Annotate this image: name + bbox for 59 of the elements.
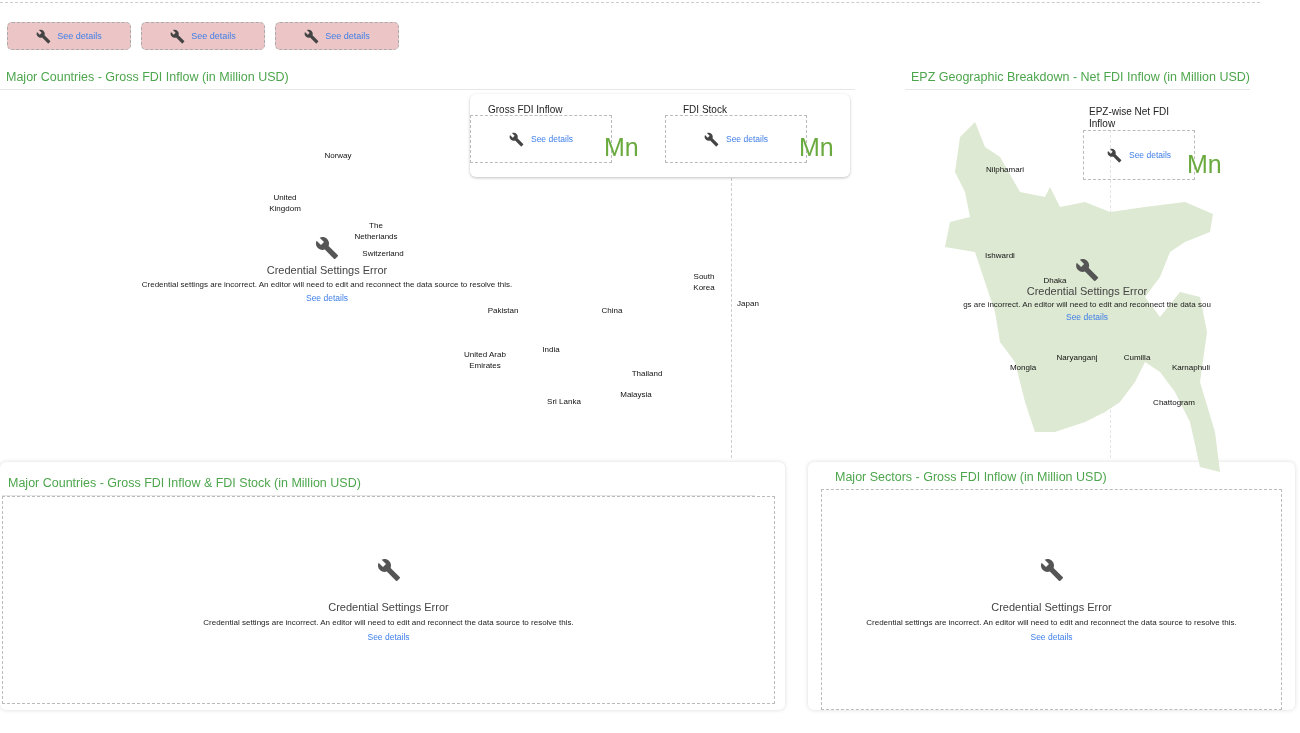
country-label: Norway bbox=[324, 150, 352, 161]
country-label: China bbox=[601, 305, 623, 316]
zone-label: Mongla bbox=[1009, 362, 1037, 373]
see-details-link[interactable]: See details bbox=[305, 293, 349, 303]
panel-title: EPZ Geographic Breakdown - Net FDI Inflow (in Million USD) bbox=[905, 66, 1250, 90]
zone-label: Dhaka bbox=[1043, 275, 1067, 286]
unit-label: Mn bbox=[799, 133, 834, 161]
error-title: Credential Settings Error bbox=[991, 600, 1112, 613]
country-label: India bbox=[542, 344, 560, 355]
kpi-title: Gross FDI Inflow bbox=[487, 104, 564, 115]
wrench-icon bbox=[376, 558, 401, 582]
unit-label: Mn bbox=[604, 133, 639, 161]
panel-title: Major Countries - Gross FDI Inflow (in Million USD) bbox=[0, 66, 855, 90]
error-message: Credential settings are incorrect. An editor will need to edit and reconnect the data source to resolve this. bbox=[141, 280, 513, 289]
wrench-icon bbox=[508, 131, 524, 147]
wrench-icon bbox=[315, 236, 339, 260]
country-label: Thailand bbox=[631, 368, 663, 379]
panel-title: Major Countries - Gross FDI Inflow & FDI Stock (in Million USD) bbox=[2, 472, 755, 496]
wrench-icon bbox=[703, 131, 719, 147]
error-message: Credential settings are incorrect. An editor will need to edit and reconnect the data source to resolve this. bbox=[203, 618, 574, 627]
zone-label: Karnaphuli bbox=[1171, 362, 1211, 373]
see-details-link[interactable]: See details bbox=[1128, 150, 1172, 160]
see-details-button[interactable]: See details bbox=[275, 22, 399, 50]
zone-label: Cumilla bbox=[1123, 352, 1151, 363]
wrench-icon bbox=[1039, 557, 1064, 582]
wrench-icon bbox=[1106, 147, 1122, 163]
zone-label: Ishwardi bbox=[985, 250, 1015, 261]
country-label: The Netherlands bbox=[354, 220, 398, 242]
country-label: United Arab Emirates bbox=[463, 349, 507, 371]
wrench-icon bbox=[36, 28, 52, 44]
wrench-icon bbox=[170, 28, 186, 44]
panel-title: Major Sectors - Gross FDI Inflow (in Million USD) bbox=[834, 469, 1108, 486]
country-label: South Korea bbox=[693, 271, 715, 293]
see-details-link[interactable]: See details bbox=[530, 134, 574, 144]
country-label: Switzerland bbox=[362, 248, 404, 259]
error-title: Credential Settings Error bbox=[328, 601, 449, 613]
see-details-link[interactable]: See details bbox=[1065, 312, 1109, 322]
error-message: gs are incorrect. An editor will need to edit and reconnect the data sou bbox=[963, 300, 1211, 309]
kpi-title: EPZ-wise Net FDI Inflow bbox=[1088, 106, 1169, 130]
error-message: Credential settings are incorrect. An editor will need to edit and reconnect the data source to resolve this. bbox=[866, 617, 1237, 627]
see-details-button[interactable]: See details bbox=[141, 22, 265, 50]
wrench-icon bbox=[1075, 258, 1099, 282]
unit-label: Mn bbox=[1187, 150, 1222, 178]
country-label: Pakistan bbox=[487, 305, 519, 316]
see-details-button[interactable]: See details bbox=[7, 22, 131, 50]
see-details-link[interactable]: See details bbox=[1030, 631, 1073, 642]
country-label: Japan bbox=[737, 298, 759, 309]
zone-label: Naryanganj bbox=[1056, 352, 1098, 363]
see-details-link[interactable]: See details bbox=[725, 134, 769, 144]
country-label: Malaysia bbox=[620, 389, 652, 400]
country-label: United Kingdom bbox=[269, 192, 301, 214]
see-details-link[interactable]: See details bbox=[367, 632, 410, 642]
zone-label: Chattogram bbox=[1153, 397, 1195, 408]
kpi-title: FDI Stock bbox=[682, 104, 728, 115]
error-title: Credential Settings Error bbox=[266, 264, 388, 276]
country-label: Sri Lanka bbox=[547, 396, 581, 407]
error-title: Credential Settings Error bbox=[1026, 285, 1148, 297]
wrench-icon bbox=[304, 28, 320, 44]
zone-label: Nilphamari bbox=[985, 164, 1025, 175]
